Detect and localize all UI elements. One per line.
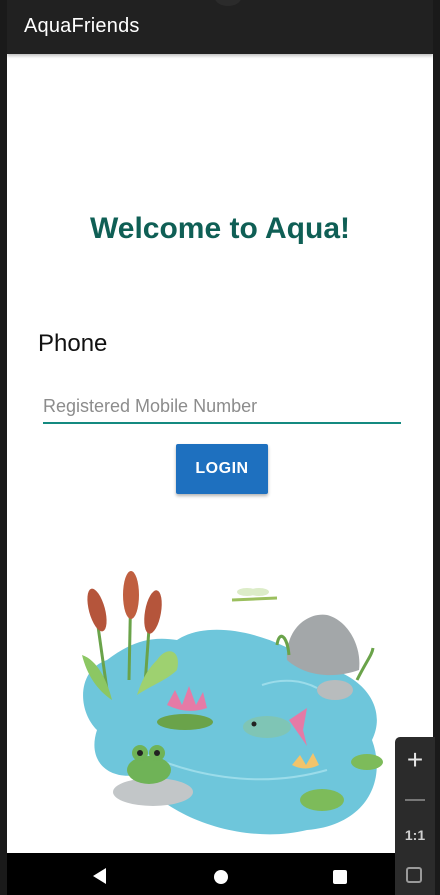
emulator-zoom-panel: + 1:1 (395, 737, 435, 895)
welcome-heading: Welcome to Aqua! (89, 212, 351, 245)
actual-size-button[interactable]: 1:1 (395, 827, 435, 843)
pond-illustration (82, 571, 383, 835)
dragonfly (231, 588, 278, 602)
zoom-out-button[interactable] (405, 799, 425, 801)
zoom-in-button[interactable]: + (395, 745, 435, 775)
app-bar: AquaFriends (7, 0, 433, 54)
phone-screen: AquaFriends Welcome to Aqua! Phone LOGIN (7, 0, 433, 895)
phone-input[interactable] (43, 392, 401, 424)
login-button[interactable]: LOGIN (176, 444, 268, 494)
fit-screen-icon[interactable] (406, 867, 422, 883)
phone-label: Phone (38, 330, 108, 357)
recents-icon[interactable] (333, 870, 347, 884)
app-title: AquaFriends (24, 15, 140, 37)
back-icon[interactable] (93, 868, 106, 884)
system-nav-bar (7, 853, 433, 895)
home-icon[interactable] (214, 870, 228, 884)
